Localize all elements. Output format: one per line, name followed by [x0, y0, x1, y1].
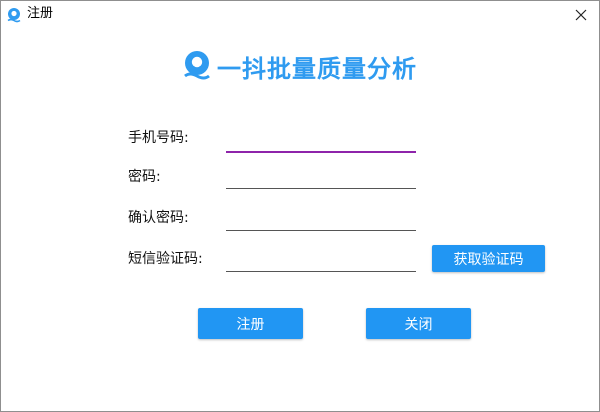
register-window: 注册 一抖批量质量分析 手机号码: 密码: 确认密码: 短信验证码: 获取验证码… [0, 0, 600, 412]
logo-title: 一抖批量质量分析 [217, 54, 417, 83]
sms-code-label: 短信验证码: [128, 251, 203, 267]
phone-input[interactable] [226, 129, 416, 153]
password-input[interactable] [226, 166, 416, 189]
confirm-password-label: 确认密码: [128, 210, 189, 226]
close-button[interactable]: 关闭 [366, 308, 471, 339]
confirm-password-input[interactable] [226, 208, 416, 231]
window-title: 注册 [27, 6, 54, 21]
app-logo-icon [6, 7, 22, 23]
get-code-button[interactable]: 获取验证码 [432, 245, 545, 272]
logo-icon [183, 50, 211, 82]
phone-label: 手机号码: [128, 130, 189, 146]
title-bar: 注册 [1, 1, 599, 29]
logo: 一抖批量质量分析 [183, 49, 417, 83]
password-label: 密码: [128, 169, 161, 185]
sms-code-input[interactable] [226, 249, 416, 272]
close-icon[interactable] [571, 5, 591, 25]
register-button[interactable]: 注册 [198, 308, 303, 339]
